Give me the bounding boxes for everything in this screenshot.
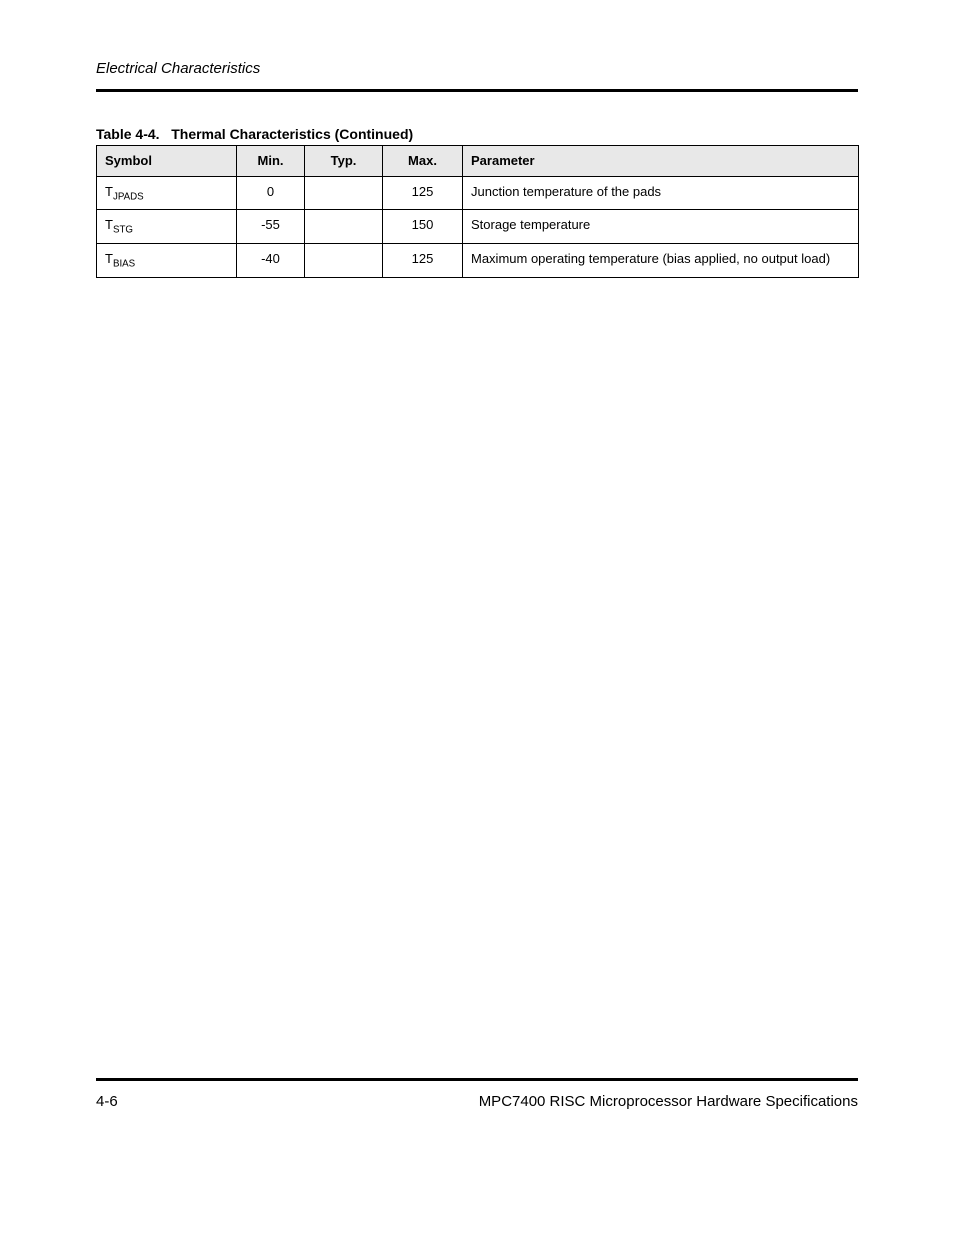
cell-max: 125 — [383, 176, 463, 210]
cell-typ — [305, 244, 383, 278]
cell-symbol: TBIAS — [97, 244, 237, 278]
footer-doc-id: MPC7400 RISC Microprocessor Hardware Spe… — [479, 1093, 858, 1110]
table-row: TBIAS -40 125 Maximum operating temperat… — [97, 244, 859, 278]
table-row: TSTG -55 150 Storage temperature — [97, 210, 859, 244]
col-symbol: Symbol — [97, 146, 237, 177]
table-header-row: Symbol Min. Typ. Max. Parameter — [97, 146, 859, 177]
table-title: Table 4-4. Thermal Characteristics (Cont… — [96, 126, 413, 142]
col-min: Min. — [237, 146, 305, 177]
cell-min: -40 — [237, 244, 305, 278]
cell-max: 125 — [383, 244, 463, 278]
cell-symbol: TJPADS — [97, 176, 237, 210]
table-row: TJPADS 0 125 Junction temperature of the… — [97, 176, 859, 210]
cell-max: 150 — [383, 210, 463, 244]
running-header: Electrical Characteristics — [96, 60, 260, 77]
col-typ: Typ. — [305, 146, 383, 177]
table-caption: Thermal Characteristics (Continued) — [171, 126, 413, 142]
cell-typ — [305, 210, 383, 244]
cell-param: Junction temperature of the pads — [463, 176, 859, 210]
cell-symbol: TSTG — [97, 210, 237, 244]
cell-param: Maximum operating temperature (bias appl… — [463, 244, 859, 278]
cell-param: Storage temperature — [463, 210, 859, 244]
col-parameter: Parameter — [463, 146, 859, 177]
col-max: Max. — [383, 146, 463, 177]
cell-typ — [305, 176, 383, 210]
cell-min: -55 — [237, 210, 305, 244]
cell-min: 0 — [237, 176, 305, 210]
document-page: Electrical Characteristics Table 4-4. Th… — [0, 0, 954, 1235]
table-number: Table 4-4. — [96, 126, 160, 142]
characteristics-table: Symbol Min. Typ. Max. Parameter TJPADS 0… — [96, 145, 859, 278]
header-rule — [96, 89, 858, 92]
page-number: 4-6 — [96, 1093, 118, 1110]
footer-rule — [96, 1078, 858, 1081]
